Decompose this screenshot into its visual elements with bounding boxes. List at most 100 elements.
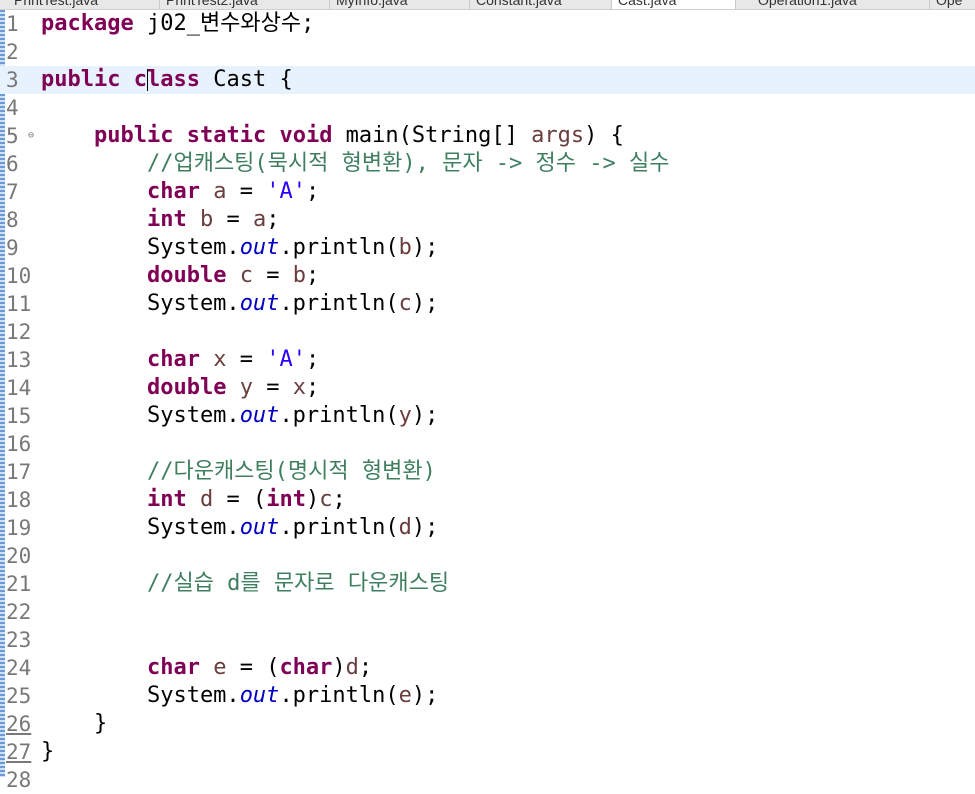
code-token: System.: [41, 235, 240, 260]
code-line[interactable]: 17 //다운캐스팅(명시적 형변환): [0, 458, 975, 486]
code-line[interactable]: 7 char a = 'A';: [0, 178, 975, 206]
code-line[interactable]: 14 double y = x;: [0, 374, 975, 402]
code-token: );: [411, 683, 439, 708]
code-token: out: [239, 515, 280, 540]
code-token: =: [252, 375, 293, 400]
code-token: d: [345, 655, 359, 680]
code-token: ;: [305, 347, 320, 372]
code-line[interactable]: 10 double c = b;: [0, 262, 975, 290]
editor-tab[interactable]: MyInfo.java: [330, 0, 470, 9]
code-text: double c = b;: [41, 262, 319, 290]
code-token: double: [146, 375, 227, 400]
line-number: 24: [6, 656, 32, 680]
line-number: 11: [6, 292, 32, 316]
code-line[interactable]: 15 System.out.println(y);: [0, 402, 975, 430]
line-number: 12: [6, 320, 32, 344]
code-text: char a = 'A';: [41, 178, 319, 206]
editor-tab[interactable]: PrintTest.java: [8, 0, 160, 9]
line-number: 10: [6, 264, 32, 288]
code-token: int: [146, 487, 187, 512]
code-line[interactable]: 8 int b = a;: [0, 206, 975, 234]
editor-tab[interactable]: Ope: [930, 0, 975, 9]
code-line[interactable]: 27}: [0, 738, 975, 766]
editor-tab[interactable]: Operation1.java: [752, 0, 930, 9]
code-token: lass: [146, 67, 200, 92]
code-token: =: [252, 263, 293, 288]
code-token: b: [398, 235, 412, 260]
code-token: }: [41, 739, 55, 764]
code-token: ;: [332, 487, 346, 512]
code-editor[interactable]: 1 package j02_변수와상수; 2 3 public class Cast {…: [0, 10, 975, 792]
code-token: c: [319, 487, 333, 512]
code-token: b: [199, 207, 214, 232]
code-token: );: [411, 291, 439, 316]
code-text: int b = a;: [41, 206, 280, 234]
fold-toggle-icon[interactable]: ⊖: [28, 122, 34, 150]
editor-tab[interactable]: PrintTest2.java: [160, 0, 330, 9]
code-line[interactable]: 3 public class Cast {: [0, 66, 975, 94]
code-line[interactable]: 20: [0, 542, 975, 570]
code-token: out: [239, 683, 280, 708]
code-line[interactable]: 25 System.out.println(e);: [0, 682, 975, 710]
code-text: public static void main(String[] args) {: [41, 122, 624, 150]
code-line[interactable]: 24 char e = (char)d;: [0, 654, 975, 682]
line-number: 21: [6, 572, 32, 596]
code-token: static: [186, 123, 267, 148]
code-line[interactable]: 5 ⊖ public static void main(String[] args…: [0, 122, 975, 150]
line-number: 2: [6, 40, 19, 64]
code-line[interactable]: 6 //업캐스팅(묵시적 형변환), 문자 -> 정수 -> 실수: [0, 150, 975, 178]
code-token: .println(: [279, 235, 399, 260]
code-token: .println(: [279, 683, 399, 708]
code-line[interactable]: 23: [0, 626, 975, 654]
code-line[interactable]: 16: [0, 430, 975, 458]
code-token: out: [239, 403, 280, 428]
line-number: 22: [6, 600, 32, 624]
code-line[interactable]: 13 char x = 'A';: [0, 346, 975, 374]
code-text: System.out.println(y);: [41, 402, 438, 430]
code-text: }: [41, 738, 54, 766]
code-token: out: [239, 235, 280, 260]
code-token: args: [531, 123, 585, 148]
code-token: int: [146, 207, 187, 232]
line-number: 14: [6, 376, 32, 400]
code-line[interactable]: 4: [0, 94, 975, 122]
code-token: ): [305, 487, 320, 512]
code-line[interactable]: 19 System.out.println(d);: [0, 514, 975, 542]
code-token: j02_변수와상수;: [133, 11, 315, 36]
code-line[interactable]: 9 System.out.println(b);: [0, 234, 975, 262]
line-number: 4: [6, 96, 19, 120]
code-text: }: [41, 710, 107, 738]
code-line[interactable]: 26 }: [0, 710, 975, 738]
line-number: 3: [6, 68, 19, 92]
line-number: 26: [6, 712, 32, 736]
code-line[interactable]: 18 int d = (int)c;: [0, 486, 975, 514]
editor-tab[interactable]: Cast.java: [612, 0, 736, 9]
code-text: double y = x;: [41, 374, 319, 402]
code-line[interactable]: 11 System.out.println(c);: [0, 290, 975, 318]
code-token: b: [292, 263, 306, 288]
code-token: a: [252, 207, 267, 232]
code-token: }: [41, 711, 108, 736]
code-line[interactable]: 1 package j02_변수와상수;: [0, 10, 975, 38]
code-token: public: [41, 67, 121, 92]
code-line[interactable]: 21 //실습 d를 문자로 다운캐스팅: [0, 570, 975, 598]
code-line[interactable]: 2: [0, 38, 975, 66]
code-line[interactable]: 22: [0, 598, 975, 626]
code-token: System.: [41, 403, 240, 428]
code-line[interactable]: 12: [0, 318, 975, 346]
code-token: int: [266, 487, 306, 512]
code-token: ;: [305, 375, 320, 400]
editor-tab[interactable]: Constant.java: [470, 0, 612, 9]
code-line[interactable]: 28: [0, 766, 975, 794]
